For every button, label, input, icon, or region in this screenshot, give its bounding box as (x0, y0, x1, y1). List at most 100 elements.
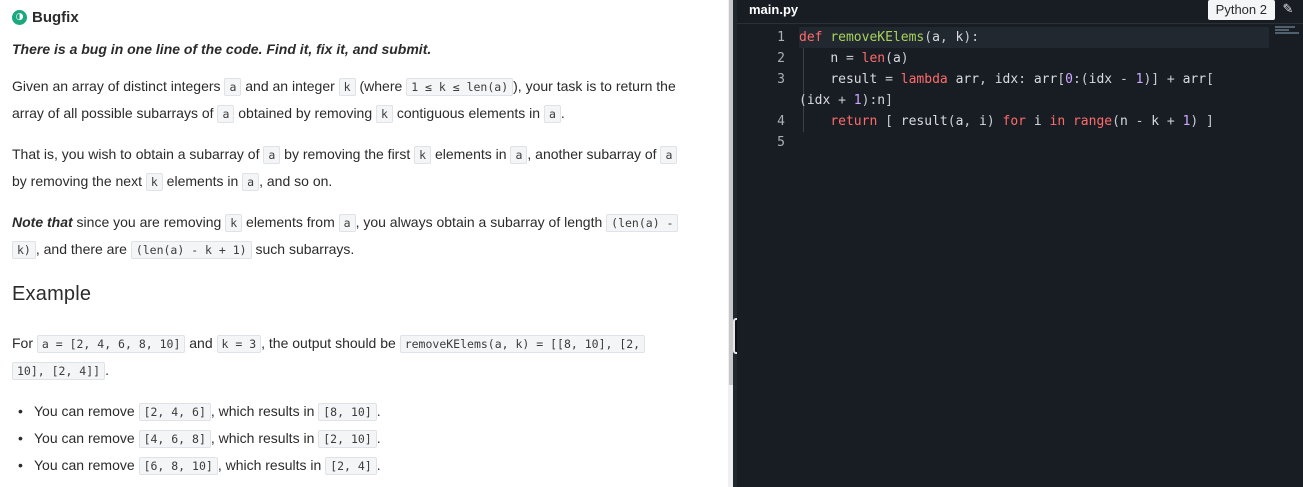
code-area[interactable]: def removeKElems(a, k): n = len(a) resul… (799, 27, 1269, 153)
code-token: i (979, 114, 987, 129)
editor-tabbar: main.py Python 2 ✎ (737, 0, 1303, 24)
code-token: in (1049, 114, 1066, 129)
code-inline: k (338, 78, 356, 96)
code-token: lambda (900, 72, 948, 87)
code-token: result (830, 72, 878, 87)
code-token: , (939, 30, 956, 45)
code-token: arr (955, 72, 980, 87)
line-number: 5 (777, 135, 785, 150)
minimap[interactable] (1275, 26, 1301, 36)
code-token: ( (947, 114, 956, 129)
code-token: def (799, 30, 831, 45)
code-inline: a (242, 173, 260, 191)
code-token: ( (1112, 114, 1120, 129)
code-token: i (1033, 114, 1042, 129)
problem-title: Bugfix (32, 8, 79, 26)
code-inline: k = 3 (216, 335, 262, 353)
code-inline: (len(a) - (606, 214, 679, 232)
code-inline: a (510, 146, 528, 164)
line-number: 3 (777, 72, 785, 87)
note-paragraph: Note that since you are removing k eleme… (12, 209, 717, 263)
code-inline: removeKElems(a, k) = [[8, 10], [2, (399, 335, 646, 353)
code-token: arr (1033, 72, 1058, 87)
code-token: [ (1206, 72, 1214, 87)
problem-pane: ◑ Bugfix There is a bug in one line of t… (0, 0, 728, 487)
example-heading: Example (12, 283, 92, 305)
code-token: , (979, 72, 995, 87)
code-token: [ (877, 114, 901, 129)
code-token: n (830, 51, 839, 66)
example-bullet-list: You can remove [2, 4, 6], which results … (18, 398, 381, 479)
pencil-icon[interactable]: ✎ (1279, 1, 1297, 19)
code-inline: [8, 10] (318, 403, 377, 421)
code-token: :( (1072, 72, 1089, 87)
code-inline: 1 ≤ k ≤ len(a) (406, 78, 514, 96)
code-inline: k (145, 173, 163, 191)
code-line[interactable]: def removeKElems(a, k): (799, 27, 1269, 48)
problem-header: ◑ Bugfix (12, 8, 79, 26)
code-token: - (1127, 114, 1152, 129)
list-item: You can remove [6, 8, 10], which results… (18, 452, 381, 479)
code-token: = (838, 51, 862, 66)
code-inline: a = [2, 4, 6, 8, 10] (36, 335, 186, 353)
code-inline: k) (12, 241, 36, 259)
code-inline: [2, 10] (318, 430, 377, 448)
description-paragraph-1: Given an array of distinct integers a an… (12, 78, 676, 123)
code-line[interactable] (799, 132, 1269, 153)
code-token: idx (994, 72, 1019, 87)
code-inline: (len(a) - k + 1) (130, 241, 252, 259)
code-line[interactable]: result = lambda arr, idx: arr[0:(idx - 1… (799, 69, 1269, 90)
description-paragraph-2: That is, you wish to obtain a subarray o… (12, 141, 717, 195)
code-inline: a (263, 146, 281, 164)
code-token: len (861, 51, 886, 66)
bugfix-icon: ◑ (12, 9, 27, 25)
code-inline: [6, 8, 10] (138, 457, 218, 475)
code-inline: a (224, 78, 242, 96)
code-token: )] + (1143, 72, 1183, 87)
code-token: ) (900, 51, 909, 66)
code-token: ( (885, 51, 893, 66)
code-token: ) ] (1190, 114, 1214, 129)
code-token: idx (1088, 72, 1113, 87)
code-token: + (830, 93, 854, 108)
code-inline: a (217, 105, 235, 123)
code-token: ): (963, 30, 980, 45)
code-inline: a (543, 105, 561, 123)
code-line[interactable]: n = len(a) (799, 48, 1269, 69)
code-inline: k (225, 214, 243, 232)
code-line[interactable]: (idx + 1):n] (799, 90, 1269, 111)
language-selector[interactable]: Python 2 (1207, 0, 1275, 20)
code-token: ( (924, 30, 933, 45)
code-line[interactable]: return [ result(a, i) for i in range(n -… (799, 111, 1269, 132)
code-token: a (932, 30, 940, 45)
code-token: - (1112, 72, 1136, 87)
code-token: : (1018, 72, 1034, 87)
code-token: ): (861, 93, 878, 108)
list-item: You can remove [2, 4, 6], which results … (18, 398, 381, 425)
code-token: ) (986, 114, 1003, 129)
code-token: n (877, 93, 886, 108)
code-token: arr (1182, 72, 1207, 87)
code-token: idx (806, 93, 831, 108)
example-paragraph: For a = [2, 4, 6, 8, 10] and k = 3, the … (12, 330, 717, 384)
code-inline: 10], [2, 4]] (12, 362, 106, 380)
tab-main-py[interactable]: main.py (737, 0, 810, 24)
code-token: [ (1057, 72, 1066, 87)
code-token: 1 (853, 93, 862, 108)
code-inline: [2, 4, 6] (138, 403, 211, 421)
code-inline: a (338, 214, 356, 232)
code-editor-pane: main.py Python 2 ✎ 1 2 3 4 5 def removeKElem… (737, 0, 1303, 487)
code-token: removeKElems (830, 30, 925, 45)
code-token: ( (799, 93, 807, 108)
code-inline: k (376, 105, 393, 123)
code-inline: [2, 4] (325, 457, 377, 475)
line-number: 2 (777, 51, 785, 66)
code-token: ] (885, 93, 893, 108)
code-inline: [4, 6, 8] (138, 430, 211, 448)
